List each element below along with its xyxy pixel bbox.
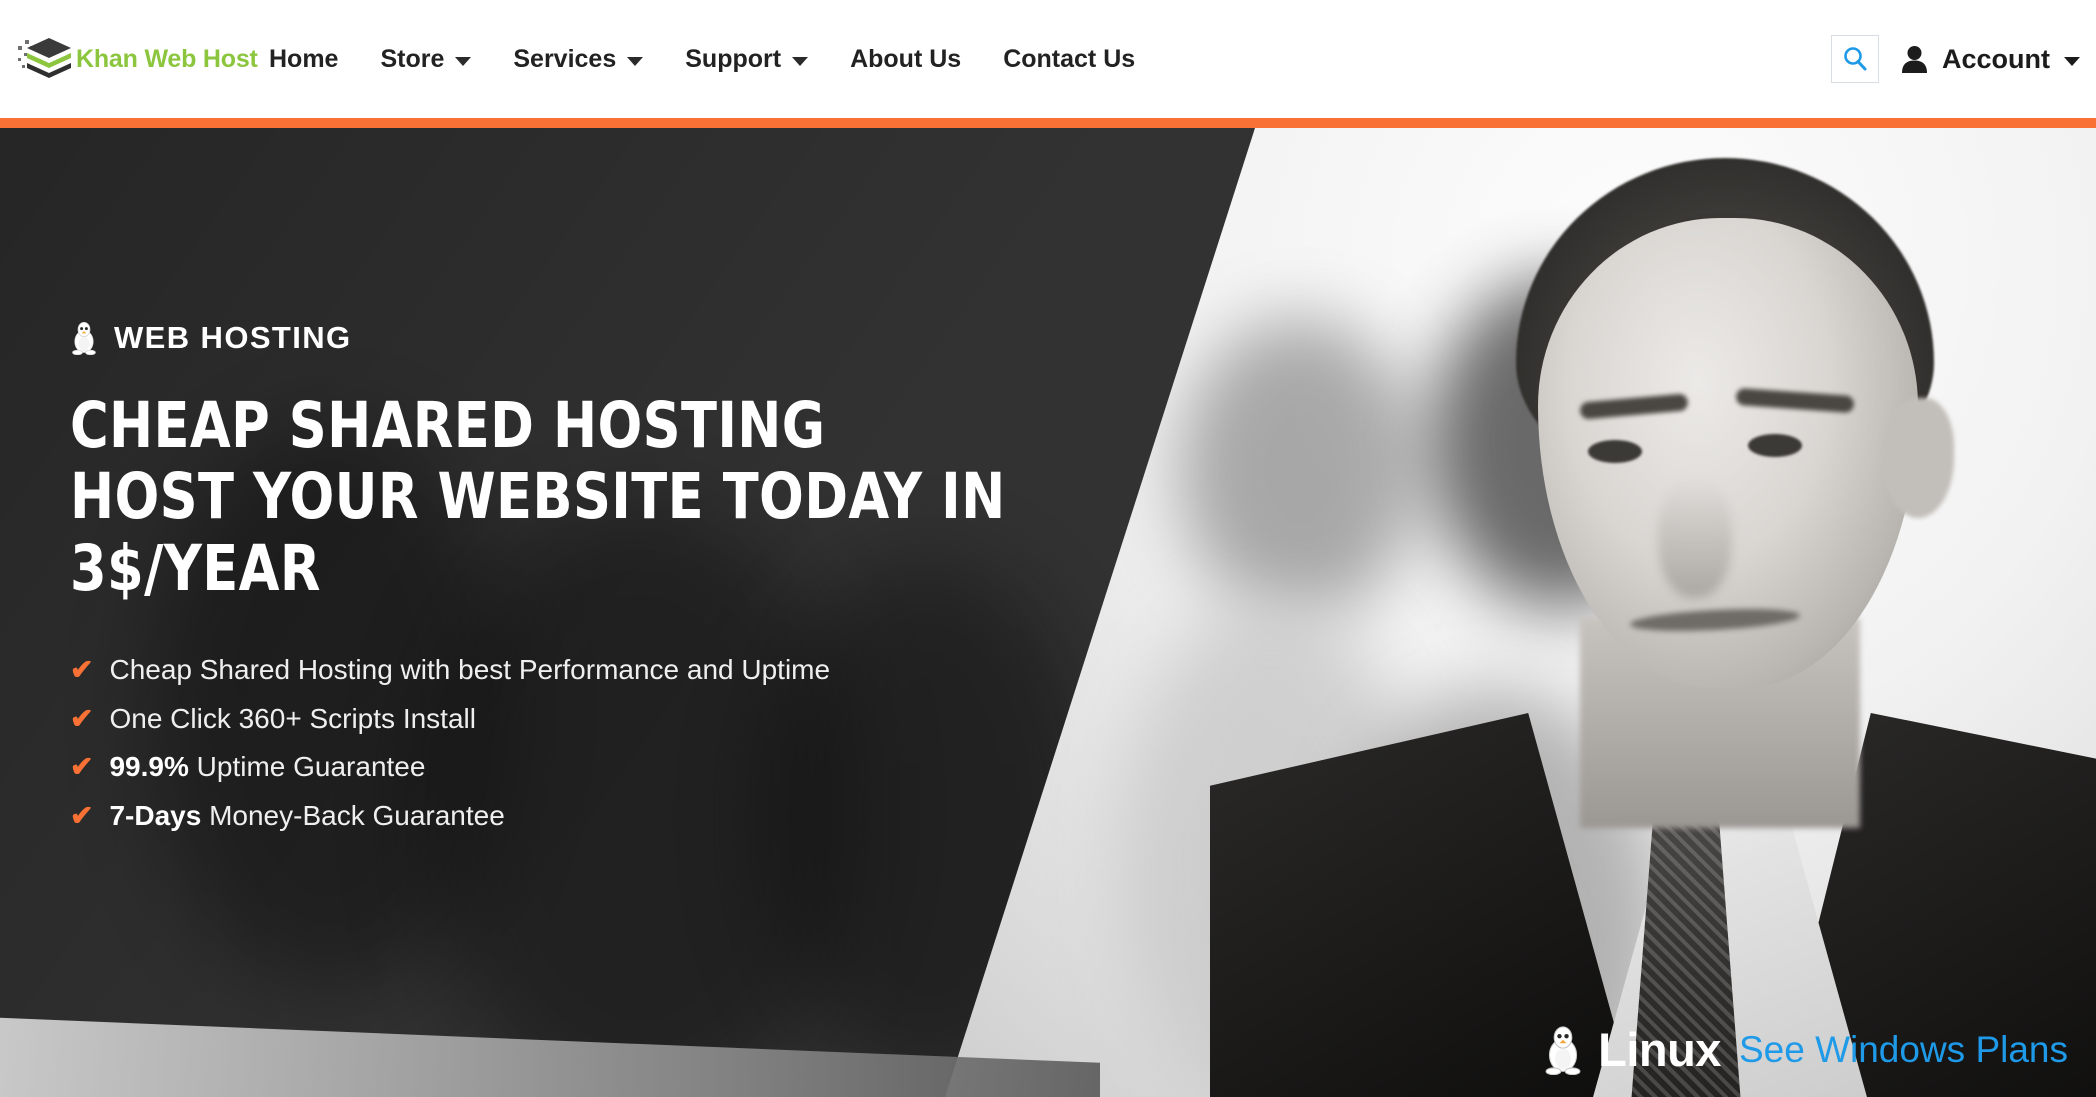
brand-name: Khan Web Host [76, 44, 258, 73]
feature-text: Money-Back Guarantee [201, 800, 505, 832]
nav-item-store[interactable]: Store [359, 45, 492, 74]
nav-item-services[interactable]: Services [492, 45, 664, 74]
feature-text: One Click 360+ Scripts Install [109, 702, 476, 734]
feature-highlight: 7-Days [109, 800, 202, 832]
linux-penguin-icon [72, 322, 96, 356]
hero-headline: CHEAP SHARED HOSTING HOST YOUR WEBSITE T… [70, 389, 1006, 605]
hero-content: WEB HOSTING CHEAP SHARED HOSTING HOST YO… [70, 128, 1190, 1097]
nav-label: Support [685, 44, 782, 73]
search-button[interactable] [1831, 35, 1879, 83]
nav-label: Services [513, 44, 617, 73]
feature-text-wrap: 99.9% Uptime Guarantee [109, 747, 425, 787]
feature-text: Cheap Shared Hosting with best Performan… [109, 653, 831, 685]
nav-label: Contact Us [1003, 44, 1136, 73]
nav-item-home[interactable]: Home [248, 45, 359, 74]
brand-logo[interactable]: Khan Web Host [16, 36, 266, 82]
main-navigation: Home Store Services Support About Us Con… [248, 45, 1156, 74]
nav-label: Store [380, 44, 445, 73]
header-actions: Account [1831, 35, 2080, 83]
user-icon [1902, 46, 1927, 73]
feature-item: ✔ One Click 360+ Scripts Install [70, 699, 1190, 739]
hero-feature-list: ✔ Cheap Shared Hosting with best Perform… [70, 650, 1190, 845]
hero-eyebrow: WEB HOSTING [70, 320, 1190, 356]
see-windows-plans-link[interactable]: See Windows Plans [1739, 1029, 2068, 1071]
check-icon: ✔ [70, 653, 94, 685]
check-icon: ✔ [70, 702, 94, 734]
chevron-down-icon [792, 56, 809, 66]
linux-penguin-icon [1545, 1025, 1581, 1075]
feature-text: Uptime Guarantee [188, 751, 426, 783]
os-plan-switch: Linux See Windows Plans [1542, 1022, 2068, 1077]
chevron-down-icon [455, 56, 472, 66]
feature-item: ✔ 99.9% Uptime Guarantee [70, 747, 1190, 787]
check-icon: ✔ [70, 751, 94, 783]
nav-item-about-us[interactable]: About Us [829, 45, 982, 74]
account-menu[interactable]: Account [1901, 44, 2080, 75]
feature-highlight: 99.9% [109, 751, 189, 783]
chevron-down-icon [627, 56, 644, 66]
site-header: Khan Web Host Home Store Services Suppor… [0, 0, 2096, 118]
stacked-layers-icon [16, 36, 76, 82]
current-os-label: Linux [1598, 1023, 1721, 1076]
nav-item-contact-us[interactable]: Contact Us [982, 45, 1156, 74]
chevron-down-icon [2064, 56, 2080, 66]
feature-item: ✔ 7-Days Money-Back Guarantee [70, 796, 1190, 836]
search-icon [1844, 47, 1867, 71]
feature-text-wrap: 7-Days Money-Back Guarantee [109, 796, 504, 836]
hero-eyebrow-text: WEB HOSTING [114, 320, 352, 356]
nav-label: Home [269, 44, 339, 73]
nav-label: About Us [850, 44, 962, 73]
check-icon: ✔ [70, 800, 94, 832]
nav-item-support[interactable]: Support [664, 45, 829, 74]
hero-banner: WEB HOSTING CHEAP SHARED HOSTING HOST YO… [0, 128, 2096, 1097]
businessman-photo [1210, 148, 2096, 1097]
feature-item: ✔ Cheap Shared Hosting with best Perform… [70, 650, 1190, 690]
accent-divider [0, 118, 2096, 128]
account-label: Account [1942, 43, 2050, 74]
